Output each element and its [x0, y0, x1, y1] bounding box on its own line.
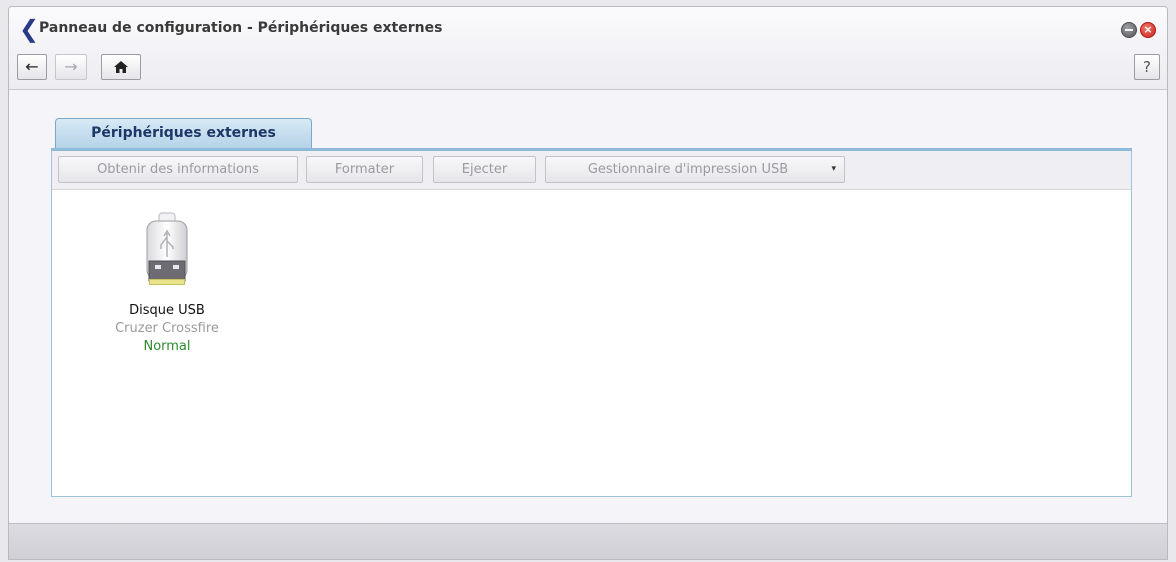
devices-panel: Obtenir des informations Formater Ejecte…	[51, 148, 1132, 497]
control-panel-window: ❮ Panneau de configuration - Périphériqu…	[8, 6, 1168, 560]
title-bar: ❮ Panneau de configuration - Périphériqu…	[9, 7, 1167, 90]
usb-print-manager-dropdown[interactable]: Gestionnaire d'impression USB ▾	[545, 156, 845, 183]
arrow-left-icon: ←	[25, 57, 39, 76]
usb-print-manager-label: Gestionnaire d'impression USB	[587, 162, 789, 177]
app-back-caret-icon[interactable]: ❮	[19, 16, 41, 42]
get-info-button[interactable]: Obtenir des informations	[58, 156, 298, 183]
arrow-right-icon: →	[64, 57, 78, 76]
tab-external-devices[interactable]: Périphériques externes	[55, 118, 312, 148]
back-button[interactable]: ←	[17, 54, 47, 80]
content-area: Périphériques externes Obtenir des infor…	[9, 90, 1167, 524]
device-name: Disque USB	[129, 303, 205, 318]
help-button[interactable]: ?	[1134, 54, 1160, 80]
device-item[interactable]: Disque USB Cruzer Crossfire Normal	[102, 211, 232, 354]
toolbar: Obtenir des informations Formater Ejecte…	[52, 151, 1131, 190]
chevron-down-icon: ▾	[831, 164, 836, 174]
device-model: Cruzer Crossfire	[115, 321, 219, 336]
device-status: Normal	[143, 339, 191, 354]
home-icon	[114, 61, 128, 73]
forward-button[interactable]: →	[55, 54, 87, 80]
format-button[interactable]: Formater	[306, 156, 423, 183]
eject-button[interactable]: Ejecter	[433, 156, 536, 183]
minimize-button[interactable]	[1121, 22, 1137, 38]
status-bar	[9, 523, 1167, 559]
usb-drive-icon	[146, 212, 188, 285]
close-button[interactable]: ×	[1140, 22, 1156, 38]
home-button[interactable]	[101, 54, 141, 80]
window-title: Panneau de configuration - Périphériques…	[39, 20, 443, 36]
